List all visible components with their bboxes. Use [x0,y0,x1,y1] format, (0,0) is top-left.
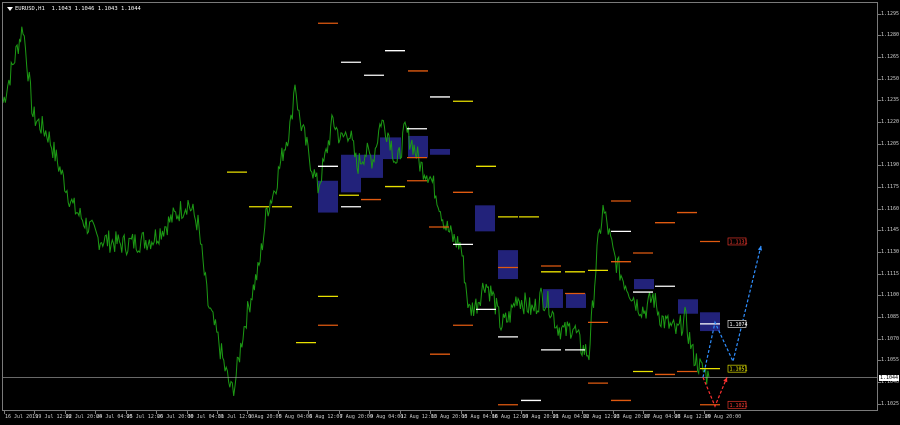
price-tag-text: 1.1074 [730,322,748,328]
time-label: 6 Aug 12:00 [309,414,343,420]
zone-box [566,293,586,308]
zone-box [678,299,698,314]
time-scale[interactable]: 16 Jul 2019 19 Jul 12:00 22 Jul 20:00 24 Ju… [2,411,878,425]
plot-area[interactable]: 1.1131 1.1074 1.1051 1.1021 EURUSD,H1 1.104… [2,2,878,411]
forecast-arrowhead-red [723,377,728,383]
price-label: 1.1205 [881,140,900,147]
price-label: 1.1100 [881,292,900,299]
chart-window[interactable]: 1.1131 1.1074 1.1051 1.1021 EURUSD,H1 1.104… [0,0,900,425]
zone-box [318,180,338,213]
time-label: 16 Jul 2019 [5,414,39,420]
price-label: 1.1190 [881,162,900,169]
price-tag-text: 1.1051 [730,367,748,373]
price-label: 1.1115 [881,270,900,277]
price-tag-text: 1.1131 [730,239,748,245]
price-label: 1.1265 [881,53,900,60]
time-label: 7 Aug 20:00 [339,414,373,420]
price-label: 1.1055 [881,357,900,364]
collapse-icon[interactable] [7,6,13,11]
time-label: 5 Aug 04:00 [278,414,313,420]
zone-box [543,289,563,308]
zone-box [700,312,720,332]
zone-box [634,279,654,290]
price-label: 1.1235 [881,97,900,104]
zone-box [475,205,495,232]
price-label: 1.1295 [881,10,900,17]
price-scale[interactable]: 1.1295 1.1280 1.1265 1.1250 1.1235 1.1220 1.12… [878,2,900,411]
price-label: 1.1280 [881,32,900,39]
price-line [3,26,710,396]
price-label: 1.1145 [881,227,900,234]
price-label: 1.1250 [881,75,900,82]
price-label: 1.1160 [881,205,900,212]
time-label: 29 Aug 20:00 [705,414,742,420]
price-tag-text: 1.1021 [730,403,748,409]
time-label: 9 Aug 04:00 [370,414,404,420]
price-label: 1.1025 [881,400,900,407]
ohlc-values: 1.1043 1.1046 1.1043 1.1044 [51,6,141,12]
chart-header: EURUSD,H1 1.1043 1.1046 1.1043 1.1044 [7,6,141,12]
zone-box [498,250,518,280]
symbol-label: EURUSD,H1 [15,6,45,12]
price-label: 1.1085 [881,314,900,321]
price-label: 1.1130 [881,249,900,256]
price-label: 1.1070 [881,335,900,342]
price-chart[interactable]: 1.1131 1.1074 1.1051 1.1021 [3,3,878,411]
zone-box [430,148,450,155]
time-label: 1 Aug 20:00 [248,414,282,420]
price-label: 1.1175 [881,183,900,190]
current-price-label: 1.1044 [879,375,900,382]
forecast-path-blue [702,245,762,378]
price-label: 1.1220 [881,118,900,125]
